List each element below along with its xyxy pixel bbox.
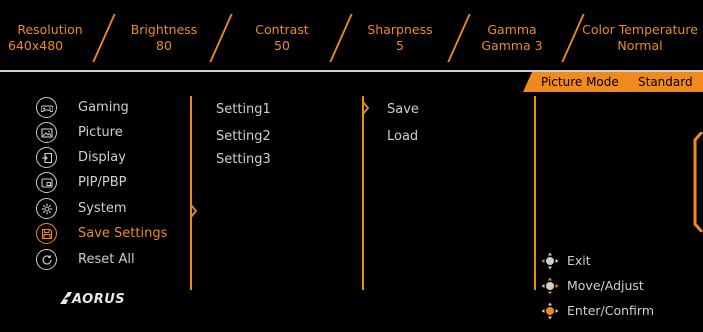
menu-item-label: Save Settings: [78, 226, 168, 241]
scroll-indicator: [693, 132, 703, 232]
header-separator: [0, 70, 703, 72]
status-label: Brightness: [130, 22, 198, 37]
status-value: 80: [156, 38, 172, 53]
menu-item-label: Picture: [78, 125, 123, 140]
reset-icon: [36, 249, 57, 270]
menu-item-picture[interactable]: Picture: [36, 122, 186, 144]
hint-enter-confirm: Enter/Confirm: [541, 301, 681, 321]
hint-label: Enter/Confirm: [567, 303, 655, 318]
save-icon: [36, 223, 57, 244]
picture-mode-label: Picture Mode: [541, 75, 619, 89]
chevron-right-icon: [190, 204, 198, 218]
dpad-left-icon: [541, 252, 559, 270]
hint-label: Exit: [567, 253, 591, 268]
submenu-item-setting3[interactable]: Setting3: [216, 152, 271, 167]
action-load[interactable]: Load: [387, 129, 418, 144]
menu-item-label: PIP/PBP: [78, 175, 127, 190]
gear-icon: [36, 198, 57, 219]
column-divider: [362, 96, 364, 290]
picture-mode-value: Standard: [638, 75, 693, 89]
status-value: 640x480: [8, 38, 64, 53]
divider: [329, 14, 353, 62]
hint-exit: Exit: [541, 251, 681, 271]
status-brightness: Brightness 80: [118, 22, 210, 54]
status-value: 50: [274, 38, 290, 53]
menu-item-label: Gaming: [78, 100, 129, 115]
submenu-item-setting1[interactable]: Setting1: [216, 102, 271, 117]
hint-move-adjust: Move/Adjust: [541, 276, 681, 296]
column-divider: [534, 96, 536, 290]
hint-label: Move/Adjust: [567, 278, 644, 293]
status-label: Contrast: [255, 22, 309, 37]
status-value: 5: [396, 38, 404, 53]
dpad-press-icon: [541, 302, 559, 320]
menu-item-reset-all[interactable]: Reset All: [36, 249, 186, 271]
status-label: Gamma: [487, 22, 537, 37]
menu-item-system[interactable]: System: [36, 198, 186, 220]
status-bar: Resolution 640x480 Brightness 80 Contras…: [0, 0, 703, 70]
status-gamma: Gamma Gamma 3: [468, 22, 556, 54]
menu-item-label: Display: [78, 150, 126, 165]
svg-text:AORUS: AORUS: [71, 292, 125, 307]
status-label: Sharpness: [367, 22, 433, 37]
menu-item-gaming[interactable]: Gaming: [36, 97, 186, 119]
picture-mode-badge: Picture Mode Standard: [523, 72, 703, 92]
menu-item-save-settings[interactable]: Save Settings: [36, 223, 186, 245]
status-label: Color Temperature: [582, 22, 698, 37]
gamepad-icon: [36, 97, 57, 118]
column-divider: [190, 96, 192, 290]
menu-item-pip-pbp[interactable]: PIP/PBP: [36, 172, 186, 194]
action-save[interactable]: Save: [387, 102, 419, 117]
status-resolution: Resolution 640x480: [8, 22, 92, 54]
menu-item-label: Reset All: [78, 252, 135, 267]
dpad-directions-icon: [541, 277, 559, 295]
display-input-icon: [36, 147, 57, 168]
menu-item-label: System: [78, 201, 127, 216]
aorus-logo: AORUS: [58, 288, 138, 308]
status-label: Resolution: [17, 22, 83, 37]
status-value: Normal: [617, 38, 663, 53]
status-sharpness: Sharpness 5: [356, 22, 444, 54]
pip-icon: [36, 172, 57, 193]
submenu-item-setting2[interactable]: Setting2: [216, 129, 271, 144]
divider: [92, 14, 116, 62]
picture-icon: [36, 122, 57, 143]
menu-item-display[interactable]: Display: [36, 147, 186, 169]
status-color-temperature: Color Temperature Normal: [580, 22, 700, 54]
divider: [209, 14, 233, 62]
chevron-right-icon: [362, 101, 370, 115]
status-contrast: Contrast 50: [240, 22, 324, 54]
status-value: Gamma 3: [481, 38, 543, 53]
